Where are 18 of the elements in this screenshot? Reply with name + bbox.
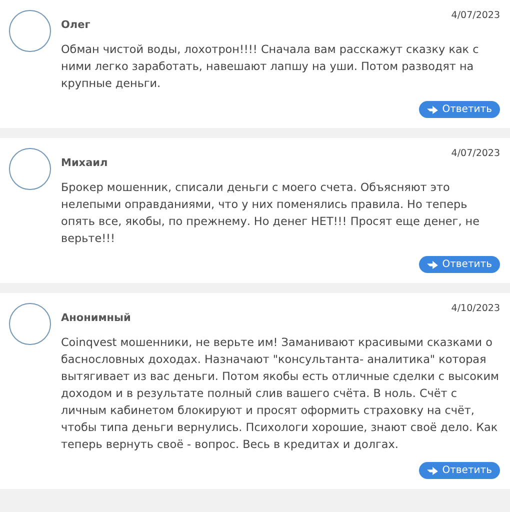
reply-arrow-icon bbox=[427, 260, 438, 269]
comment-date: 4/07/2023 bbox=[451, 148, 500, 159]
avatar-icon bbox=[9, 148, 51, 190]
reply-arrow-icon bbox=[427, 105, 438, 114]
author-name: Михаил bbox=[61, 157, 108, 169]
reply-button[interactable]: Ответить bbox=[419, 256, 500, 273]
author-name: Анонимный bbox=[61, 312, 131, 324]
comment-text: Брокер мошенник, списали деньги с моего счета. Объясняют это нелепыми оправданиями, что у них поменялись правила. Но теперь опять все, якобы, по прежнему. Но денег НЕТ!!! Просят еще денег, не верьте!!! bbox=[61, 180, 480, 247]
avatar-icon bbox=[9, 303, 51, 345]
comment-text: Coinqvest мошенники, не верьте им! Заманивают красивыми сказками о баснословных доходах. Назначают "консультанта- аналитика" которая вытягивает из вас деньги. Потом якобы есть отличные сделки с высоким доходом и в результате полный слив вашего счёта. В ноль. Счёт с личным кабинетом блокируют и просят оформить страховку на счёт, чтобы типа деньги вернулись. Психологи хорошие, знают своё дело. Как теперь вернуть своё - вопрос. Весь в кредитах и долгах. bbox=[61, 335, 500, 453]
avatar-icon bbox=[9, 10, 51, 52]
comment-date: 4/10/2023 bbox=[451, 303, 500, 314]
comment-text: Обман чистой воды, лохотрон!!!! Сначала вам расскажут сказку как с ними легко заработать, навешают лапшу на уши. Потом разводят на крупные деньги. bbox=[61, 42, 480, 92]
reply-button[interactable]: Ответить bbox=[419, 101, 500, 118]
comment-date: 4/07/2023 bbox=[451, 10, 500, 21]
reply-button[interactable]: Ответить bbox=[419, 462, 500, 479]
reply-arrow-icon bbox=[427, 466, 438, 475]
author-name: Олег bbox=[61, 19, 90, 31]
